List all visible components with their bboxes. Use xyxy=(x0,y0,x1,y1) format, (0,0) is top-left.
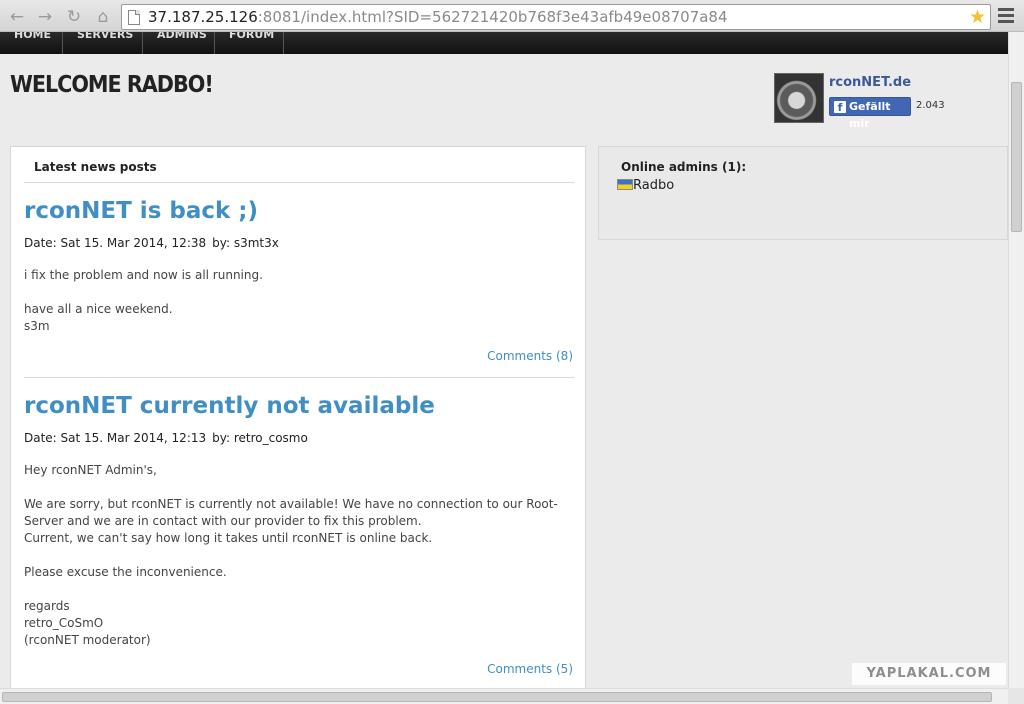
post-meta: Date: Sat 15. Mar 2014, 12:13 by: retro_c… xyxy=(24,431,308,445)
forward-arrow-icon[interactable]: → xyxy=(34,6,56,28)
post-author: by: retro_cosmo xyxy=(212,431,308,445)
menu-icon[interactable] xyxy=(998,8,1014,24)
star-icon[interactable]: ★ xyxy=(969,6,986,28)
url-host: 37.187.25.126 xyxy=(148,8,258,26)
nav-item-home[interactable]: Home xyxy=(0,32,63,54)
page-header: WELCOME RADBO! rconNET.de f Gefällt mir … xyxy=(0,54,1008,134)
nav-item-forum[interactable]: Forum xyxy=(215,32,284,54)
divider xyxy=(24,377,574,378)
nav-item-admins[interactable]: Admins xyxy=(143,32,215,54)
url-path: :8081/index.html?SID=562721420b768f3e43a… xyxy=(257,8,728,26)
post-date: Date: Sat 15. Mar 2014, 12:13 xyxy=(24,431,207,445)
facebook-icon: f xyxy=(834,101,846,114)
post-body-line: i fix the problem and now is all running… xyxy=(24,268,263,282)
post-body-line: Please excuse the inconvenience. xyxy=(24,565,227,579)
page-icon xyxy=(128,10,140,25)
post-body-line: regards xyxy=(24,599,70,613)
section-title: Latest news posts xyxy=(34,160,157,174)
horizontal-scroll-thumb[interactable] xyxy=(2,692,992,702)
post-date: Date: Sat 15. Mar 2014, 12:38 xyxy=(24,236,207,250)
comments-link[interactable]: Comments (8) xyxy=(487,349,573,363)
online-admins-title: Online admins (1): xyxy=(621,160,747,174)
news-panel: Latest news posts rconNET is back ;) Dat… xyxy=(10,146,586,696)
fb-like-label: Gefällt mir xyxy=(849,100,891,130)
reload-icon[interactable]: ↻ xyxy=(63,6,85,28)
facebook-like-box: rconNET.de f Gefällt mir 2.043 xyxy=(774,73,994,130)
vertical-scroll-thumb[interactable] xyxy=(1011,82,1022,232)
watermark: YAPLAKAL.COM xyxy=(852,663,1006,685)
post-body-line: Hey rconNET Admin's, xyxy=(24,463,157,477)
post-body-line: Server and we are in contact with our pr… xyxy=(24,514,422,528)
post-meta: Date: Sat 15. Mar 2014, 12:38 by: s3mt3x xyxy=(24,236,279,250)
admin-name[interactable]: Radbo xyxy=(633,178,674,193)
vertical-scrollbar[interactable] xyxy=(1008,32,1024,688)
horizontal-scrollbar[interactable] xyxy=(0,688,1008,704)
address-bar[interactable]: 37.187.25.126:8081/index.html?SID=562721… xyxy=(121,4,991,30)
flag-icon xyxy=(617,179,633,190)
fb-like-button[interactable]: f Gefällt mir xyxy=(829,97,911,130)
post-body-line: Current, we can't say how long it takes … xyxy=(24,531,433,545)
post-title[interactable]: rconNET is back ;) xyxy=(24,198,258,224)
site-nav: Home Servers Admins Forum xyxy=(0,32,1024,54)
post-body-line: retro_CoSmO xyxy=(24,616,104,630)
online-admins-panel: Online admins (1): Radbo xyxy=(598,146,1008,240)
post-body-line: (rconNET moderator) xyxy=(24,633,151,647)
post-author: by: s3mt3x xyxy=(212,236,279,250)
browser-toolbar: ← → ↻ ⌂ 37.187.25.126:8081/index.html?SI… xyxy=(0,0,1024,32)
post-body-line: s3m xyxy=(24,319,50,333)
divider xyxy=(24,182,574,183)
post-body-line: have all a nice weekend. xyxy=(24,302,173,316)
post-body-line: We are sorry, but rconNET is currently n… xyxy=(24,497,558,511)
fb-like-count: 2.043 xyxy=(916,100,945,111)
comments-link[interactable]: Comments (5) xyxy=(487,662,573,676)
scrollbar-corner xyxy=(1008,688,1024,704)
nav-item-servers[interactable]: Servers xyxy=(63,32,143,54)
address-url[interactable]: 37.187.25.126:8081/index.html?SID=562721… xyxy=(148,8,728,26)
back-arrow-icon[interactable]: ← xyxy=(6,6,28,28)
post-title[interactable]: rconNET currently not available xyxy=(24,393,435,419)
page-title: WELCOME RADBO! xyxy=(10,72,214,98)
fb-page-name[interactable]: rconNET.de xyxy=(829,75,911,90)
fb-page-avatar[interactable] xyxy=(774,73,824,123)
home-icon[interactable]: ⌂ xyxy=(92,6,114,28)
